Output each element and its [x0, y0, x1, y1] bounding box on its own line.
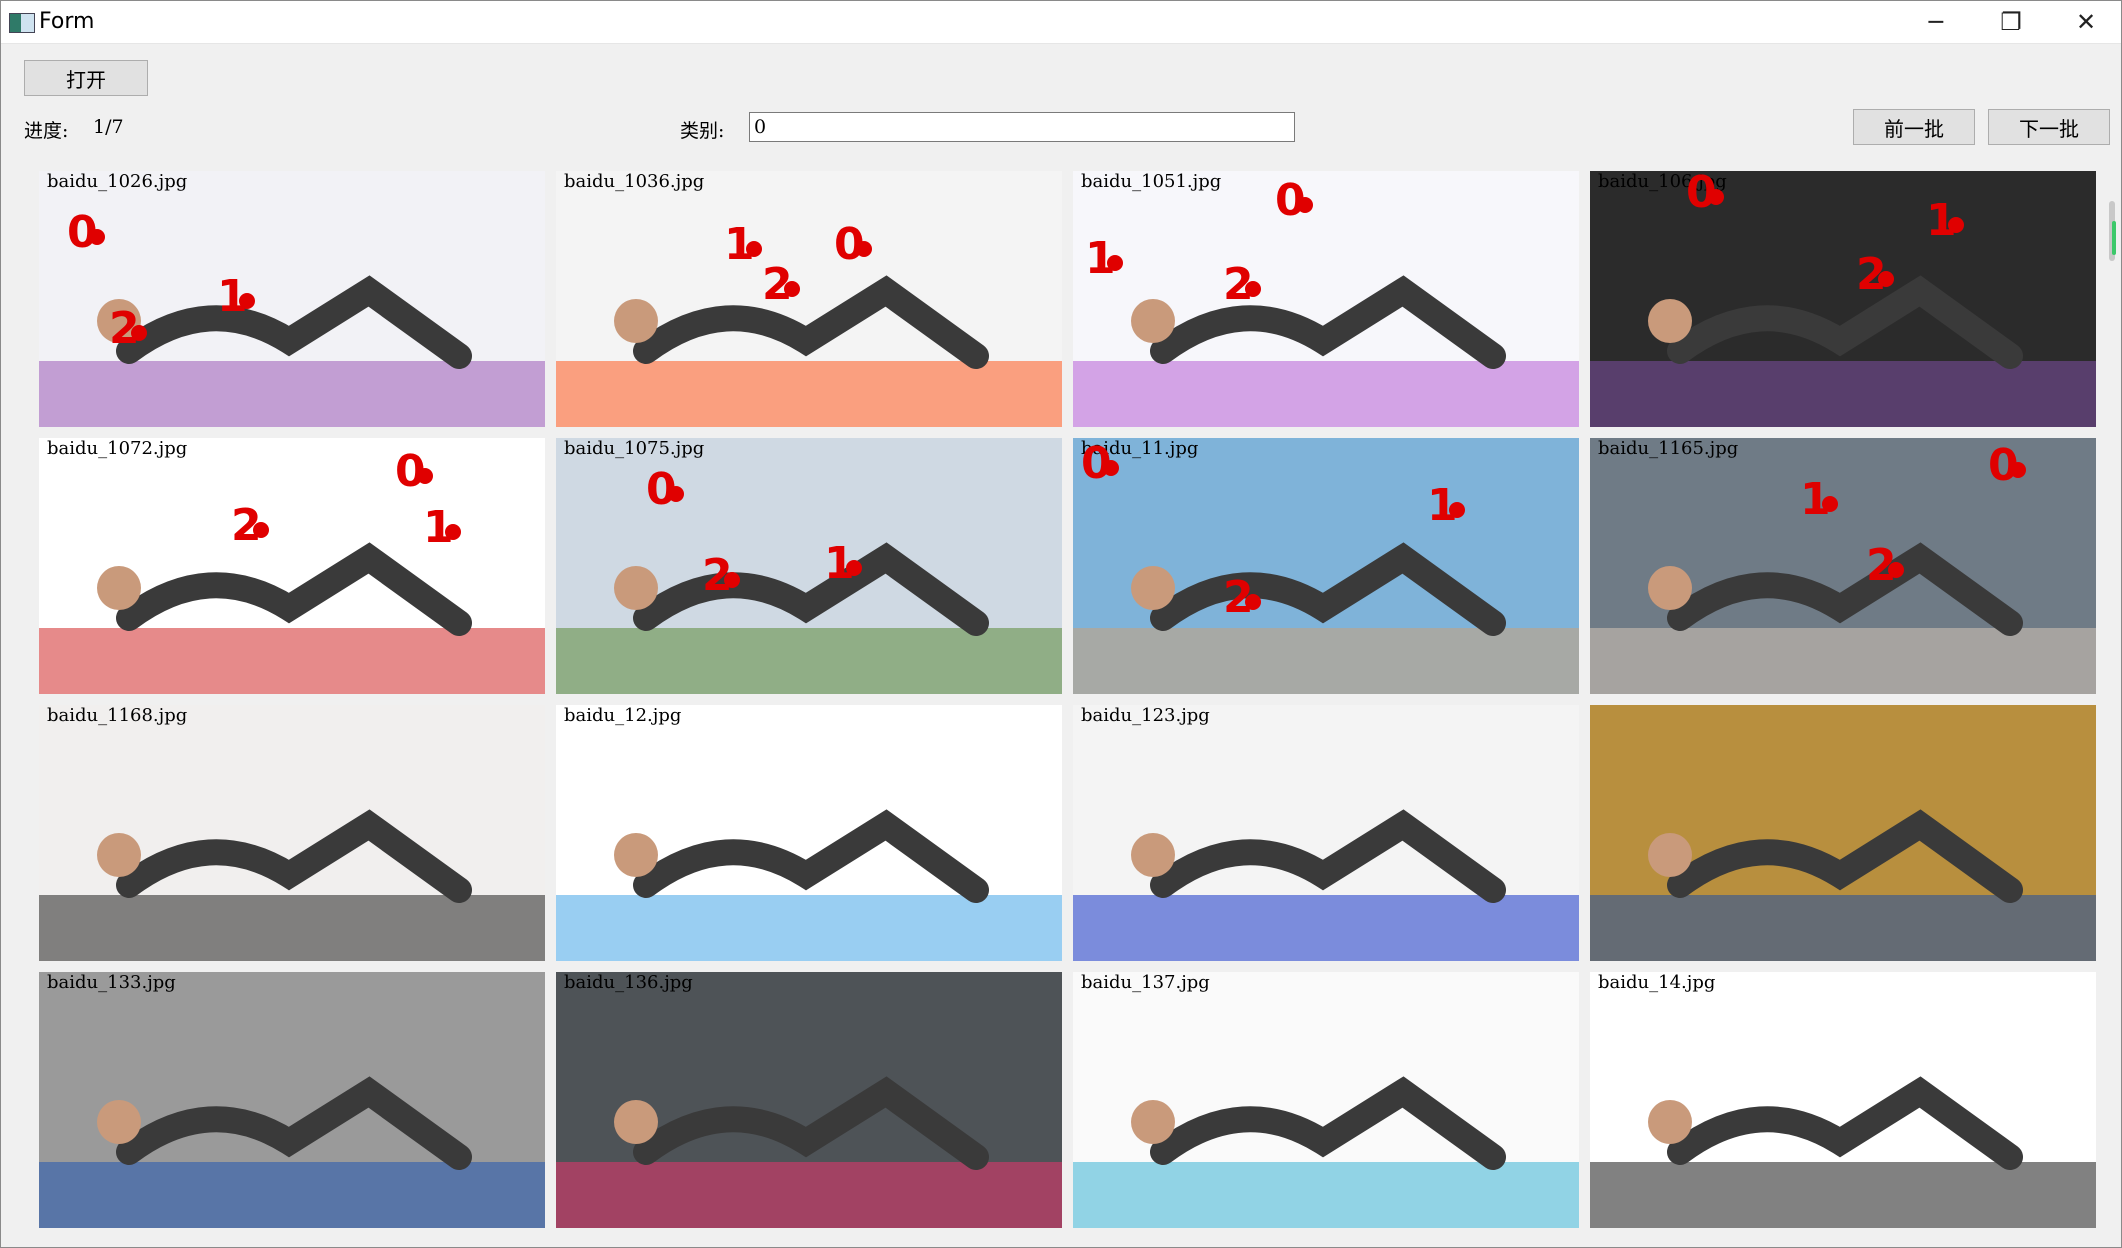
- keypoint-dot: [239, 293, 255, 309]
- exercise-photo: [1590, 1076, 2096, 1228]
- exercise-photo: [39, 275, 545, 427]
- image-filename: baidu_1165.jpg: [1598, 438, 1739, 459]
- image-tile[interactable]: baidu_11.jpg 0 1 2: [1073, 438, 1579, 694]
- keypoint-dot: [1449, 502, 1465, 518]
- image-tile[interactable]: baidu_12.jpg: [556, 705, 1062, 961]
- image-tile[interactable]: baidu_106.jpg 0 1 2: [1590, 171, 2096, 427]
- image-filename: baidu_14.jpg: [1598, 972, 1716, 993]
- keypoint-dot: [1107, 255, 1123, 271]
- keypoint-dot: [89, 229, 105, 245]
- image-tile[interactable]: baidu_136.jpg: [556, 972, 1062, 1228]
- keypoint-dot: [724, 572, 740, 588]
- close-button[interactable]: ✕: [2051, 1, 2121, 43]
- keypoint-dot: [1822, 496, 1838, 512]
- image-tile[interactable]: baidu_1026.jpg 0 1 2: [39, 171, 545, 427]
- progress-value: 1/7: [93, 116, 124, 138]
- image-tile[interactable]: baidu_1036.jpg 1 2 0: [556, 171, 1062, 427]
- keypoint-dot: [668, 486, 684, 502]
- image-filename: baidu_1168.jpg: [47, 705, 188, 726]
- image-grid: baidu_1026.jpg 0 1 2 baidu_1036.jpg 1 2 0 baidu_…: [39, 171, 2099, 1231]
- restore-button[interactable]: ❐: [1976, 1, 2046, 43]
- keypoint-dot: [1708, 189, 1724, 205]
- exercise-photo: [556, 809, 1062, 961]
- image-tile[interactable]: baidu_123.jpg: [1073, 705, 1579, 961]
- image-filename: baidu_136.jpg: [564, 972, 693, 993]
- exercise-photo: [39, 809, 545, 961]
- exercise-photo: [39, 1076, 545, 1228]
- image-filename: baidu_1051.jpg: [1081, 171, 1222, 192]
- image-filename: baidu_1075.jpg: [564, 438, 705, 459]
- image-filename: baidu_1036.jpg: [564, 171, 705, 192]
- keypoint-dot: [1878, 271, 1894, 287]
- image-filename: baidu_137.jpg: [1081, 972, 1210, 993]
- image-filename: baidu_123.jpg: [1081, 705, 1210, 726]
- keypoint-dot: [253, 522, 269, 538]
- exercise-photo: [1590, 275, 2096, 427]
- open-button[interactable]: 打开: [24, 60, 148, 96]
- keypoint-dot: [131, 325, 147, 341]
- next-batch-button[interactable]: 下一批: [1988, 109, 2110, 145]
- image-filename: baidu_12.jpg: [564, 705, 682, 726]
- image-tile[interactable]: baidu_14.jpg: [1590, 972, 2096, 1228]
- keypoint-dot: [1245, 594, 1261, 610]
- image-tile[interactable]: baidu_137.jpg: [1073, 972, 1579, 1228]
- image-filename: baidu_1026.jpg: [47, 171, 188, 192]
- exercise-photo: [1073, 275, 1579, 427]
- category-label: 类别:: [680, 120, 725, 142]
- image-tile[interactable]: baidu_1075.jpg 0 2 1: [556, 438, 1062, 694]
- keypoint-dot: [445, 524, 461, 540]
- progress-label: 进度:: [24, 120, 69, 142]
- exercise-photo: [1073, 542, 1579, 694]
- image-filename: baidu_133.jpg: [47, 972, 176, 993]
- exercise-photo: [39, 542, 545, 694]
- image-filename: baidu_1072.jpg: [47, 438, 188, 459]
- keypoint-dot: [1297, 197, 1313, 213]
- image-tile[interactable]: baidu_1165.jpg 0 1 2: [1590, 438, 2096, 694]
- keypoint-dot: [1245, 281, 1261, 297]
- keypoint-dot: [856, 241, 872, 257]
- exercise-photo: [556, 275, 1062, 427]
- minimize-button[interactable]: ─: [1901, 1, 1971, 43]
- keypoint-dot: [746, 241, 762, 257]
- image-tile[interactable]: baidu_1168.jpg: [39, 705, 545, 961]
- image-tile[interactable]: baidu_1051.jpg 0 1 2: [1073, 171, 1579, 427]
- keypoint-dot: [1948, 217, 1964, 233]
- image-tile[interactable]: baidu_1072.jpg 0 2 1: [39, 438, 545, 694]
- image-tile[interactable]: [1590, 705, 2096, 961]
- app-icon: [9, 13, 35, 33]
- vertical-scrollbar[interactable]: [2105, 161, 2119, 1239]
- keypoint-dot: [2010, 462, 2026, 478]
- keypoint-dot: [784, 281, 800, 297]
- category-input[interactable]: [749, 112, 1295, 142]
- keypoint-dot: [417, 468, 433, 484]
- exercise-photo: [1073, 809, 1579, 961]
- exercise-photo: [1073, 1076, 1579, 1228]
- exercise-photo: [556, 542, 1062, 694]
- window-title: Form: [39, 9, 95, 34]
- keypoint-dot: [1888, 562, 1904, 578]
- keypoint-dot: [1103, 460, 1119, 476]
- image-tile[interactable]: baidu_133.jpg: [39, 972, 545, 1228]
- title-bar[interactable]: Form ─ ❐ ✕: [1, 1, 2121, 44]
- form-window: Form ─ ❐ ✕ 打开 进度: 1/7 类别: 前一批 下一批 baidu_…: [0, 0, 2122, 1248]
- scrollbar-accent: [2112, 221, 2116, 255]
- keypoint-dot: [846, 560, 862, 576]
- prev-batch-button[interactable]: 前一批: [1853, 109, 1975, 145]
- exercise-photo: [556, 1076, 1062, 1228]
- exercise-photo: [1590, 809, 2096, 961]
